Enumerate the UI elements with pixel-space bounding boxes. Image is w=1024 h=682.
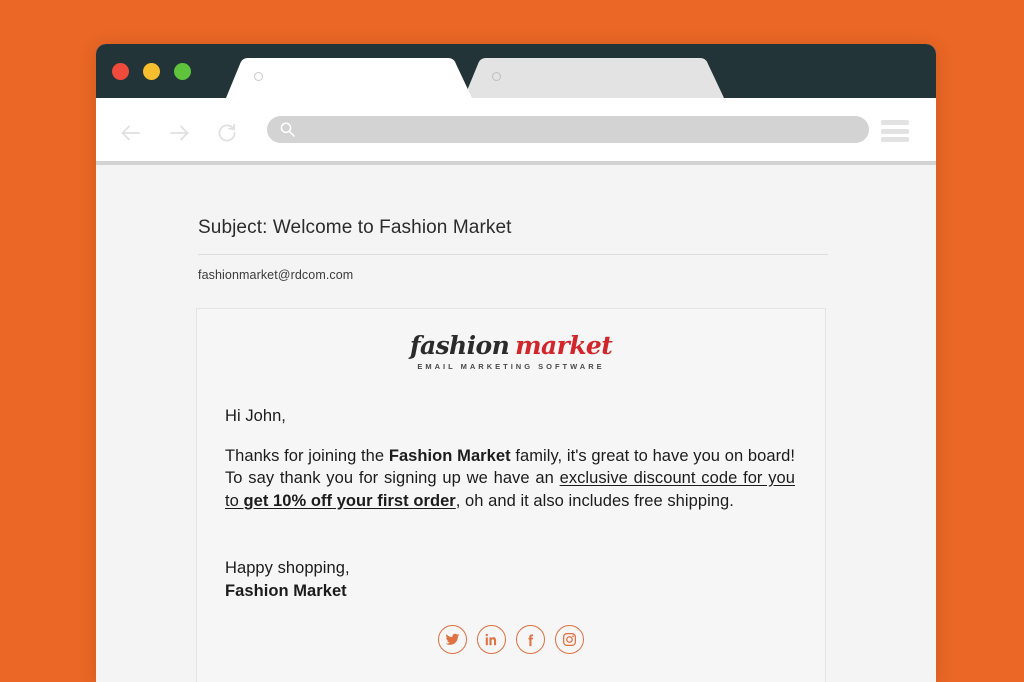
- email-page: Subject: Welcome to Fashion Market fashi…: [96, 165, 936, 682]
- linkedin-link[interactable]: [477, 625, 506, 654]
- email-greeting: Hi John,: [225, 407, 286, 425]
- linkedin-icon: [485, 633, 496, 645]
- logo-word-market: market: [515, 331, 613, 360]
- tab-shape: [464, 58, 724, 98]
- hamburger-menu-icon[interactable]: [881, 120, 909, 142]
- social-links: [197, 625, 825, 654]
- search-icon: [280, 122, 295, 137]
- paragraph-part-3: , oh and it also includes free shipping.: [455, 491, 734, 510]
- menu-bar-1: [881, 120, 909, 125]
- back-button[interactable]: [118, 120, 144, 146]
- twitter-link[interactable]: [438, 625, 467, 654]
- tab-close-icon[interactable]: [492, 72, 501, 81]
- traffic-lights: [112, 63, 191, 80]
- reload-button[interactable]: [214, 120, 240, 146]
- address-bar[interactable]: [267, 116, 869, 143]
- twitter-icon: [445, 633, 460, 645]
- offer-link[interactable]: get 10% off your first order: [244, 492, 456, 510]
- email-subject: Subject: Welcome to Fashion Market: [198, 217, 512, 238]
- paragraph-part-1: Thanks for joining the: [225, 446, 389, 465]
- logo-tagline: EMAIL MARKETING SOFTWARE: [417, 362, 605, 371]
- browser-titlebar: [96, 44, 936, 98]
- tab-shape: [226, 58, 472, 98]
- browser-toolbar: [96, 98, 936, 162]
- browser-tab-active[interactable]: [226, 58, 472, 98]
- brand-name-inline: Fashion Market: [388, 446, 511, 465]
- forward-button[interactable]: [166, 120, 192, 146]
- menu-bar-2: [881, 128, 909, 134]
- logo-wordmark: fashion market: [197, 333, 825, 358]
- browser-tab-inactive[interactable]: [464, 58, 724, 98]
- email-closing: Happy shopping, Fashion Market: [225, 557, 795, 602]
- email-signature: Fashion Market: [225, 581, 347, 600]
- arrow-right-icon: [170, 125, 189, 141]
- browser-window: Subject: Welcome to Fashion Market fashi…: [96, 44, 936, 682]
- subject-divider: [198, 254, 828, 255]
- instagram-icon: [562, 632, 576, 646]
- minimize-window-button[interactable]: [143, 63, 160, 80]
- maximize-window-button[interactable]: [174, 63, 191, 80]
- email-body-card: fashion market EMAIL MARKETING SOFTWARE H…: [196, 308, 826, 682]
- facebook-link[interactable]: [516, 625, 545, 654]
- reload-icon: [218, 123, 236, 142]
- email-sender-address: fashionmarket@rdcom.com: [198, 268, 354, 282]
- email-header: Subject: Welcome to Fashion Market fashi…: [198, 165, 828, 282]
- email-body-text: Hi John, Thanks for joining the Fashion …: [225, 405, 795, 602]
- close-window-button[interactable]: [112, 63, 129, 80]
- email-paragraph: Thanks for joining the Fashion Market fa…: [225, 445, 795, 513]
- tab-close-icon[interactable]: [254, 72, 263, 81]
- logo-word-fashion: fashion: [409, 331, 510, 360]
- menu-bar-3: [881, 137, 909, 142]
- facebook-icon: [527, 633, 533, 646]
- instagram-link[interactable]: [555, 625, 584, 654]
- arrow-left-icon: [121, 125, 140, 141]
- brand-logo: fashion market EMAIL MARKETING SOFTWARE: [197, 333, 825, 371]
- closing-line: Happy shopping,: [225, 559, 350, 577]
